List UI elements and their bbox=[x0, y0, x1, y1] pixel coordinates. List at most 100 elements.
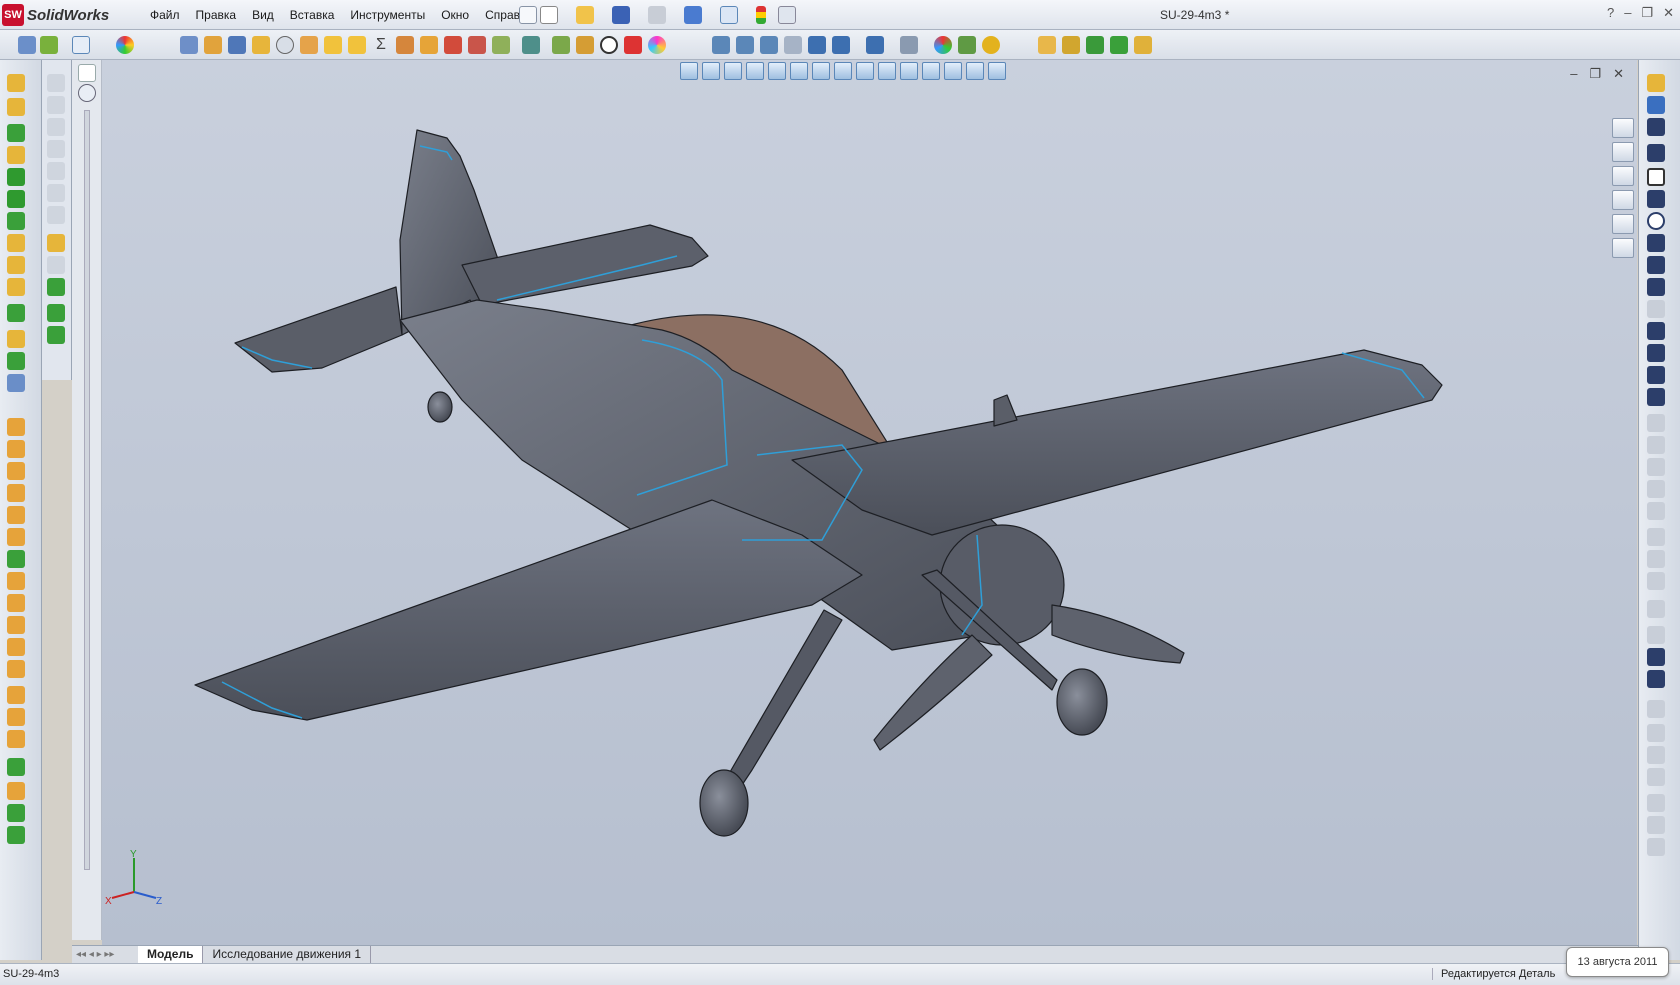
copy-entities-icon[interactable] bbox=[1647, 794, 1665, 812]
linear-pattern-icon[interactable] bbox=[7, 686, 25, 704]
arc-icon[interactable] bbox=[1647, 234, 1665, 252]
appearances-tab[interactable] bbox=[1612, 214, 1634, 234]
sheet-metal-icon[interactable] bbox=[47, 74, 65, 92]
solidworks-resources-tab[interactable] bbox=[1612, 118, 1634, 138]
wrap-icon[interactable] bbox=[7, 440, 25, 458]
coordinate-system-icon[interactable] bbox=[1086, 36, 1104, 54]
zoom-to-fit-icon[interactable] bbox=[712, 36, 730, 54]
3d-sketch-icon[interactable] bbox=[47, 256, 65, 274]
scale-entities-icon[interactable] bbox=[1647, 816, 1665, 834]
tab-scroll-arrows[interactable]: ◂◂ ◂ ▸ ▸▸ bbox=[72, 946, 138, 963]
feature-works-icon[interactable] bbox=[576, 36, 594, 54]
line-icon[interactable] bbox=[1647, 118, 1665, 136]
intersect-icon[interactable] bbox=[7, 462, 25, 480]
design-library-tab[interactable] bbox=[1612, 142, 1634, 162]
parting-surface-icon[interactable] bbox=[47, 162, 65, 180]
tables-icon[interactable] bbox=[522, 36, 540, 54]
options-icon[interactable] bbox=[778, 6, 796, 24]
offset-entities-icon[interactable] bbox=[1647, 480, 1665, 498]
feature-tree-scrollbar[interactable] bbox=[84, 110, 90, 870]
file-explorer-tab[interactable] bbox=[1612, 166, 1634, 186]
trimetric-view-icon[interactable] bbox=[944, 62, 962, 80]
core-icon[interactable] bbox=[47, 206, 65, 224]
zebra-icon[interactable] bbox=[492, 36, 510, 54]
display-style-icon[interactable] bbox=[832, 36, 850, 54]
check-sketch-icon[interactable] bbox=[1647, 724, 1665, 742]
dimetric-view-icon[interactable] bbox=[966, 62, 984, 80]
viewport-restore-button[interactable]: ❐ bbox=[1589, 66, 1601, 82]
new-document-icon[interactable] bbox=[540, 6, 558, 24]
menu-insert[interactable]: Вставка bbox=[282, 0, 343, 30]
hide-show-icon[interactable] bbox=[866, 36, 884, 54]
help-icon[interactable]: ? bbox=[1607, 5, 1614, 21]
print-icon[interactable] bbox=[648, 6, 666, 24]
section-view-hud-icon[interactable] bbox=[746, 62, 764, 80]
draft-analysis-icon[interactable] bbox=[396, 36, 414, 54]
reference-geometry-icon[interactable] bbox=[1038, 36, 1056, 54]
apply-scene-icon[interactable] bbox=[934, 36, 952, 54]
section-properties-icon[interactable] bbox=[252, 36, 270, 54]
delete-body-icon[interactable] bbox=[7, 660, 25, 678]
menu-tools[interactable]: Инструменты bbox=[342, 0, 433, 30]
view-orientation-hud-icon[interactable] bbox=[768, 62, 786, 80]
left-view-icon[interactable] bbox=[834, 62, 852, 80]
display-relations-icon[interactable] bbox=[1647, 572, 1665, 590]
viewport-minimize-button[interactable]: – bbox=[1570, 66, 1577, 82]
geometry-analysis-icon[interactable] bbox=[300, 36, 318, 54]
select-icon[interactable] bbox=[72, 36, 90, 54]
weldments-icon[interactable] bbox=[47, 96, 65, 114]
molds-icon[interactable] bbox=[47, 140, 65, 158]
appearance-icon[interactable] bbox=[116, 36, 134, 54]
ellipse-icon[interactable] bbox=[1647, 278, 1665, 296]
indent-icon[interactable] bbox=[7, 572, 25, 590]
rotate-entities-icon[interactable] bbox=[1647, 838, 1665, 856]
tooling-split-icon[interactable] bbox=[47, 184, 65, 202]
repair-sketch-icon[interactable] bbox=[1647, 600, 1665, 618]
properties-icon[interactable] bbox=[18, 36, 36, 54]
convert-entities-icon[interactable] bbox=[1647, 458, 1665, 476]
open-folder-icon[interactable] bbox=[576, 6, 594, 24]
extruded-cut-icon[interactable] bbox=[7, 190, 25, 208]
extruded-boss-icon[interactable] bbox=[7, 74, 25, 92]
mass-properties-icon[interactable] bbox=[228, 36, 246, 54]
menu-window[interactable]: Окно bbox=[433, 0, 477, 30]
fillet-icon[interactable] bbox=[7, 304, 25, 322]
circle-icon[interactable] bbox=[1647, 212, 1665, 230]
move-copy-body-icon[interactable] bbox=[7, 638, 25, 656]
boundary-boss-icon[interactable] bbox=[7, 168, 25, 186]
split-line-icon[interactable] bbox=[7, 826, 25, 844]
section-view-icon[interactable] bbox=[784, 36, 802, 54]
save-icon[interactable] bbox=[612, 6, 630, 24]
slot-icon[interactable] bbox=[1647, 190, 1665, 208]
instant2d-icon[interactable] bbox=[1647, 670, 1665, 688]
point-sketch-icon[interactable] bbox=[1647, 344, 1665, 362]
rapid-sketch-icon[interactable] bbox=[1647, 648, 1665, 666]
revolved-boss-icon[interactable] bbox=[7, 98, 25, 116]
mirror-icon[interactable] bbox=[7, 730, 25, 748]
import-diagnostics-icon[interactable] bbox=[348, 36, 366, 54]
edit-appearance-icon[interactable] bbox=[900, 36, 918, 54]
quick-snaps-icon[interactable] bbox=[47, 326, 65, 344]
custom-properties-tab[interactable] bbox=[1612, 238, 1634, 258]
normal-to-icon[interactable] bbox=[988, 62, 1006, 80]
curves-icon[interactable] bbox=[7, 782, 25, 800]
rib-icon[interactable] bbox=[7, 352, 25, 370]
swept-cut-icon[interactable] bbox=[7, 234, 25, 252]
previous-view-icon[interactable] bbox=[760, 36, 778, 54]
lofted-cut-icon[interactable] bbox=[7, 256, 25, 274]
modify-sketch-icon[interactable] bbox=[1647, 768, 1665, 786]
equations-sigma-icon[interactable]: Σ bbox=[372, 36, 390, 54]
construction-geometry-icon[interactable] bbox=[1647, 366, 1665, 384]
dome-icon[interactable] bbox=[7, 484, 25, 502]
zoom-to-fit-hud-icon[interactable] bbox=[680, 62, 698, 80]
select-pointer-icon[interactable] bbox=[720, 6, 738, 24]
close-button[interactable]: ✕ bbox=[1663, 5, 1674, 21]
freeform-icon[interactable] bbox=[7, 550, 25, 568]
smart-dim-icon[interactable] bbox=[1647, 96, 1665, 114]
sketch-picture-icon[interactable] bbox=[1647, 700, 1665, 718]
instant3d-icon[interactable] bbox=[47, 304, 65, 322]
plane-sketch-icon[interactable] bbox=[1647, 414, 1665, 432]
flex-icon[interactable] bbox=[7, 506, 25, 524]
menu-edit[interactable]: Правка bbox=[188, 0, 245, 30]
view-orientation-icon[interactable] bbox=[808, 36, 826, 54]
